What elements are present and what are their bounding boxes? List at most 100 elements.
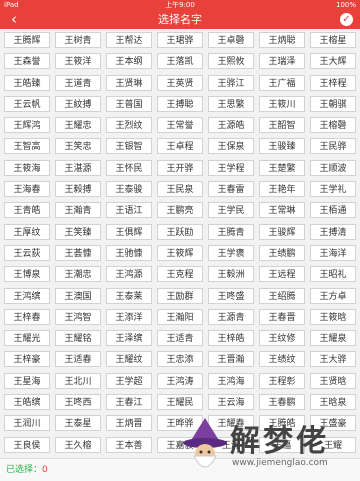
name-option[interactable]: 王润川	[4, 415, 50, 432]
name-option[interactable]: 王云帆	[4, 95, 50, 112]
name-option[interactable]: 王榕磬	[310, 117, 356, 134]
name-option[interactable]: 王俱辉	[106, 223, 152, 240]
name-option[interactable]: 王鸿海	[208, 372, 254, 389]
check-icon[interactable]: ✓	[340, 13, 353, 26]
name-option[interactable]: 王纹修	[259, 330, 305, 347]
name-option[interactable]: 王北川	[55, 372, 101, 389]
name-option[interactable]: 王远程	[259, 266, 305, 283]
name-option[interactable]: 王智高	[4, 138, 50, 155]
name-option[interactable]: 王春鹏	[259, 394, 305, 411]
name-option[interactable]: 王皓臻	[4, 74, 50, 91]
name-option[interactable]: 王青皓	[4, 202, 50, 219]
name-option[interactable]: 王耀纹	[106, 351, 152, 368]
name-option[interactable]: 王熙攸	[208, 53, 254, 70]
name-option[interactable]: 王学褒	[208, 244, 254, 261]
name-option[interactable]: 王思繁	[208, 95, 254, 112]
name-option[interactable]: 王紋搏	[55, 95, 101, 112]
name-option[interactable]: 王昭礼	[310, 266, 356, 283]
name-option[interactable]: 王珺骅	[157, 32, 203, 48]
name-option[interactable]: 王学程	[208, 159, 254, 176]
name-option[interactable]: 王耀光	[4, 330, 50, 347]
name-option[interactable]: 王保泉	[208, 138, 254, 155]
name-option[interactable]: 王骏臻	[259, 138, 305, 155]
name-option[interactable]: 王大骅	[310, 351, 356, 368]
name-option[interactable]: 王方卓	[310, 287, 356, 304]
name-option[interactable]: 王学礼	[310, 181, 356, 198]
name-option[interactable]: 王本纲	[106, 53, 152, 70]
name-option[interactable]: 王泽缤	[106, 330, 152, 347]
name-option[interactable]: 王英贤	[157, 74, 203, 91]
name-option[interactable]: 王程彰	[259, 372, 305, 389]
name-option[interactable]: 王民骅	[310, 138, 356, 155]
name-option[interactable]: 王适青	[157, 330, 203, 347]
name-option[interactable]: 王瑞泽	[259, 53, 305, 70]
name-option[interactable]: 王湛源	[55, 159, 101, 176]
name-option[interactable]: 王驰慷	[106, 244, 152, 261]
name-option[interactable]: 王春江	[106, 394, 152, 411]
name-option[interactable]: 王忠添	[157, 351, 203, 368]
name-option[interactable]: 王树青	[55, 32, 101, 48]
name-option[interactable]: 王常琳	[259, 202, 305, 219]
name-option[interactable]: 王克程	[157, 266, 203, 283]
name-option[interactable]: 王毅搏	[55, 181, 101, 198]
name-option[interactable]: 王学超	[106, 372, 152, 389]
name-option[interactable]: 王厚纹	[4, 223, 50, 240]
name-option[interactable]: 王广福	[259, 74, 305, 91]
name-option[interactable]: 王辉鸿	[4, 117, 50, 134]
name-option[interactable]: 王星海	[4, 372, 50, 389]
name-option[interactable]: 王搏聪	[157, 95, 203, 112]
name-option[interactable]: 王良侯	[4, 436, 50, 453]
name-option[interactable]: 王卓磬	[208, 32, 254, 48]
name-option[interactable]: 王艳年	[259, 181, 305, 198]
name-option[interactable]: 王海春	[4, 181, 50, 198]
name-option[interactable]: 王云荻	[4, 244, 50, 261]
name-option[interactable]: 王筱晗	[310, 308, 356, 325]
name-option[interactable]: 王贤晗	[310, 372, 356, 389]
name-option[interactable]: 王潮忠	[55, 266, 101, 283]
name-option[interactable]: 王皓缤	[4, 394, 50, 411]
name-option[interactable]: 王腾辉	[4, 32, 50, 48]
name-option[interactable]: 王源青	[208, 308, 254, 325]
name-option[interactable]: 王泰星	[55, 415, 101, 432]
name-option[interactable]: 王本善	[106, 436, 152, 453]
name-option[interactable]: 王筱海	[4, 159, 50, 176]
name-option[interactable]: 王晗泉	[310, 394, 356, 411]
name-option[interactable]: 王骏辉	[259, 223, 305, 240]
name-option[interactable]: 王道青	[55, 74, 101, 91]
name-option[interactable]: 王炳聪	[259, 32, 305, 48]
name-option[interactable]: 王鸿涛	[157, 372, 203, 389]
name-option[interactable]: 王梓豪	[4, 351, 50, 368]
name-option[interactable]: 王晋瀚	[208, 351, 254, 368]
name-option[interactable]: 王励群	[157, 287, 203, 304]
name-option[interactable]: 王梓程	[310, 74, 356, 91]
name-option[interactable]: 王韶智	[259, 117, 305, 134]
name-option[interactable]: 王朝骐	[310, 95, 356, 112]
name-option[interactable]: 王瀚阳	[157, 308, 203, 325]
name-option[interactable]: 王顺波	[310, 159, 356, 176]
name-option[interactable]: 王云海	[208, 394, 254, 411]
name-option[interactable]: 王卓程	[157, 138, 203, 155]
name-option[interactable]: 王绍腾	[259, 287, 305, 304]
name-option[interactable]: 王榕星	[310, 32, 356, 48]
name-option[interactable]: 王适春	[55, 351, 101, 368]
name-option[interactable]: 王久榕	[55, 436, 101, 453]
name-option[interactable]: 王源皓	[208, 117, 254, 134]
name-option[interactable]: 王荟慷	[55, 244, 101, 261]
name-option[interactable]: 王绩鹏	[259, 244, 305, 261]
name-option[interactable]: 王鹏亮	[157, 202, 203, 219]
name-option[interactable]: 王耀忠	[55, 117, 101, 134]
name-option[interactable]: 王楚繁	[259, 159, 305, 176]
name-option[interactable]: 王咚盛	[208, 287, 254, 304]
name-option[interactable]: 王博泉	[4, 266, 50, 283]
name-option[interactable]: 王梓皓	[208, 330, 254, 347]
name-option[interactable]: 王贤琳	[106, 74, 152, 91]
name-option[interactable]: 王搏清	[310, 223, 356, 240]
name-option[interactable]: 王筱辉	[157, 244, 203, 261]
name-option[interactable]: 王怀民	[106, 159, 152, 176]
name-option[interactable]: 王笑忠	[55, 138, 101, 155]
name-option[interactable]: 王栢通	[310, 202, 356, 219]
name-option[interactable]: 王跃劻	[157, 223, 203, 240]
name-option[interactable]: 王语江	[106, 202, 152, 219]
name-option[interactable]: 王森誉	[4, 53, 50, 70]
name-option[interactable]: 王泰莱	[106, 287, 152, 304]
